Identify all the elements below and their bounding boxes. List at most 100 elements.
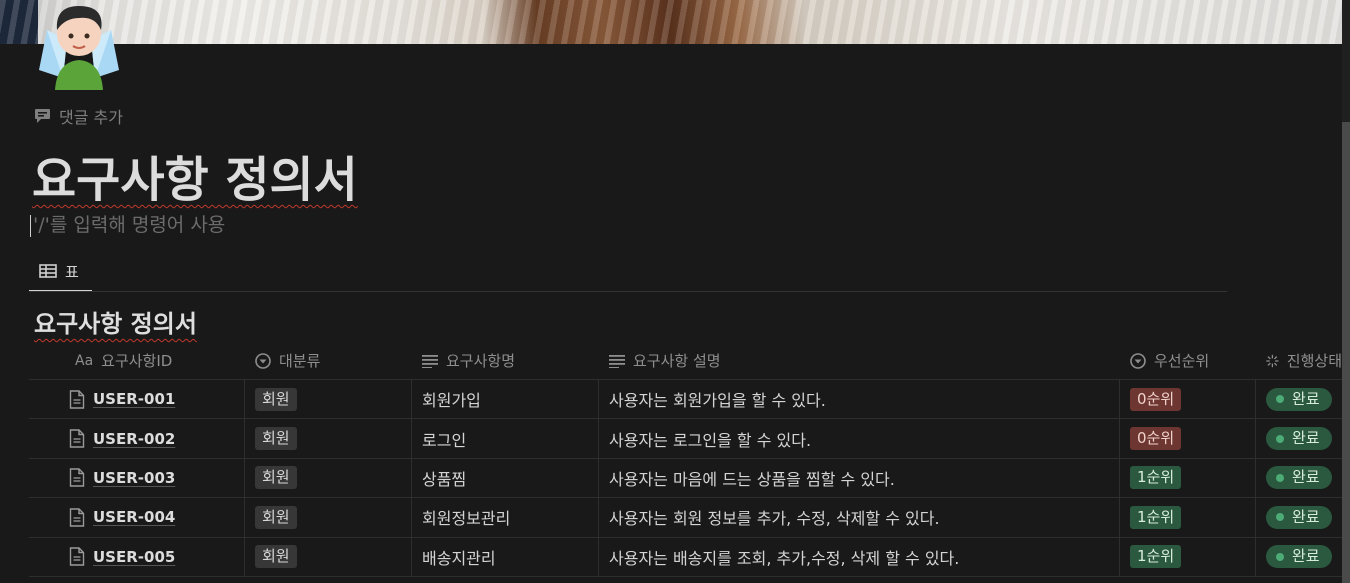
column-label: 진행상태 xyxy=(1286,352,1342,370)
category-tag: 회원 xyxy=(255,505,297,529)
cell-description[interactable]: 사용자는 로그인을 할 수 있다. xyxy=(599,419,1120,458)
table-row[interactable]: USER-002 회원 로그인 사용자는 로그인을 할 수 있다. 0순위 완료 xyxy=(29,419,1342,459)
page-icon xyxy=(69,429,85,448)
scrollbar-thumb[interactable] xyxy=(1342,122,1350,583)
page-icon xyxy=(69,468,85,488)
cell-name[interactable]: 상품찜 xyxy=(412,458,599,498)
cell-name[interactable]: 회원가입 xyxy=(412,380,599,419)
cell-id[interactable]: USER-003 xyxy=(29,458,245,498)
text-lines-icon xyxy=(422,354,438,368)
requirement-id[interactable]: USER-002 xyxy=(93,430,175,448)
database-title[interactable]: 요구사항 정의서 xyxy=(34,304,197,339)
cell-priority[interactable]: 1순위 xyxy=(1120,498,1256,537)
cell-category[interactable]: 회원 xyxy=(245,380,412,419)
requirement-name: 배송지관리 xyxy=(422,548,496,568)
cell-status[interactable]: 완료 xyxy=(1256,538,1342,576)
table-row[interactable]: USER-005 회원 배송지관리 사용자는 배송지를 조회, 추가,수정, 삭제 할… xyxy=(29,537,1342,577)
table-icon xyxy=(39,264,57,278)
status-badge: 완료 xyxy=(1266,387,1332,411)
cell-status[interactable]: 완료 xyxy=(1256,459,1342,497)
cell-id[interactable]: USER-004 xyxy=(29,498,245,537)
status-badge: 완료 xyxy=(1266,466,1332,490)
title-property-icon: Aa xyxy=(75,352,94,369)
requirement-description: 사용자는 회원 정보를 추가, 수정, 삭제할 수 있다. xyxy=(609,509,940,529)
column-label: 우선순위 xyxy=(1154,352,1210,370)
column-label: 요구사항명 xyxy=(446,352,516,370)
column-header-name[interactable]: 요구사항명 xyxy=(412,342,599,379)
add-comment-button[interactable]: 댓글 추가 xyxy=(34,104,123,128)
cell-category[interactable]: 회원 xyxy=(245,537,412,576)
table-row[interactable]: USER-004 회원 회원정보관리 사용자는 회원 정보를 추가, 수정, 삭제할 … xyxy=(29,498,1342,538)
cell-status[interactable]: 완료 xyxy=(1256,498,1342,536)
command-placeholder[interactable]: '/'를 입력해 명령어 사용 xyxy=(30,210,225,237)
requirement-id[interactable]: USER-001 xyxy=(93,390,175,408)
text-caret xyxy=(30,214,31,237)
column-header-id[interactable]: Aa 요구사항ID xyxy=(29,342,245,379)
page-icon xyxy=(69,547,85,566)
status-label: 완료 xyxy=(1292,389,1320,408)
category-tag: 회원 xyxy=(255,545,297,569)
requirement-id[interactable]: USER-005 xyxy=(93,548,175,566)
column-label: 요구사항 설명 xyxy=(633,352,721,370)
priority-tag: 1순위 xyxy=(1130,505,1182,529)
tab-table-view[interactable]: 표 xyxy=(29,252,92,292)
cell-priority[interactable]: 1순위 xyxy=(1120,458,1256,498)
select-icon xyxy=(255,352,271,369)
cell-description[interactable]: 사용자는 회원 정보를 추가, 수정, 삭제할 수 있다. xyxy=(599,498,1120,537)
category-tag: 회원 xyxy=(255,427,297,451)
page-title[interactable]: 요구사항 정의서 xyxy=(32,140,358,210)
table-row[interactable]: USER-003 회원 상품찜 사용자는 마음에 드는 상품을 찜할 수 있다. 1순위… xyxy=(29,458,1342,499)
status-dot-icon xyxy=(1276,434,1284,443)
cell-status[interactable]: 완료 xyxy=(1256,419,1342,457)
cell-category[interactable]: 회원 xyxy=(245,458,412,498)
cell-priority[interactable]: 0순위 xyxy=(1120,380,1256,419)
requirement-name: 회원정보관리 xyxy=(422,509,511,529)
page-icon xyxy=(69,389,85,409)
cell-name[interactable]: 배송지관리 xyxy=(412,537,599,576)
status-dot-icon xyxy=(1276,513,1284,522)
cell-priority[interactable]: 1순위 xyxy=(1120,537,1256,576)
cell-description[interactable]: 사용자는 마음에 드는 상품을 찜할 수 있다. xyxy=(599,458,1120,498)
cell-description[interactable]: 사용자는 배송지를 조회, 추가,수정, 삭제 할 수 있다. xyxy=(599,537,1120,576)
requirement-name: 로그인 xyxy=(422,430,467,450)
cell-name[interactable]: 회원정보관리 xyxy=(412,498,599,537)
page-icon xyxy=(69,508,85,527)
cell-category[interactable]: 회원 xyxy=(245,498,412,537)
cell-status[interactable]: 완료 xyxy=(1256,380,1342,418)
column-header-description[interactable]: 요구사항 설명 xyxy=(599,342,1120,379)
cell-id[interactable]: USER-001 xyxy=(29,380,245,419)
requirement-description: 사용자는 회원가입을 할 수 있다. xyxy=(609,391,826,411)
tab-label: 표 xyxy=(65,262,79,281)
priority-tag: 0순위 xyxy=(1130,427,1182,451)
requirement-id[interactable]: USER-003 xyxy=(93,469,175,487)
requirement-id[interactable]: USER-004 xyxy=(93,508,175,526)
status-badge: 완료 xyxy=(1266,427,1332,451)
table-header-row: Aa 요구사항ID 대분류 요구사항명 요구사항 설명 우선순위 진행상태 xyxy=(29,342,1342,380)
requirement-description: 사용자는 로그인을 할 수 있다. xyxy=(609,430,812,450)
text-lines-icon xyxy=(609,354,625,368)
column-label: 요구사항ID xyxy=(101,352,173,370)
status-label: 완료 xyxy=(1292,507,1320,526)
add-comment-label: 댓글 추가 xyxy=(59,108,123,127)
requirement-name: 상품찜 xyxy=(422,469,467,489)
cell-id[interactable]: USER-002 xyxy=(29,419,245,458)
tab-divider xyxy=(29,291,1227,292)
cell-category[interactable]: 회원 xyxy=(245,419,412,458)
cover-image[interactable] xyxy=(0,0,1342,44)
requirement-description: 사용자는 마음에 드는 상품을 찜할 수 있다. xyxy=(609,469,895,489)
cell-name[interactable]: 로그인 xyxy=(412,419,599,458)
status-label: 완료 xyxy=(1292,468,1320,487)
cell-priority[interactable]: 0순위 xyxy=(1120,419,1256,458)
column-header-priority[interactable]: 우선순위 xyxy=(1120,342,1256,379)
table-row[interactable]: USER-001 회원 회원가입 사용자는 회원가입을 할 수 있다. 0순위 완료 xyxy=(29,380,1342,420)
comment-icon xyxy=(35,109,50,123)
column-header-status[interactable]: 진행상태 xyxy=(1256,342,1342,379)
cell-description[interactable]: 사용자는 회원가입을 할 수 있다. xyxy=(599,380,1120,419)
column-header-category[interactable]: 대분류 xyxy=(245,342,412,379)
priority-tag: 0순위 xyxy=(1130,387,1182,411)
category-tag: 회원 xyxy=(255,387,297,411)
priority-tag: 1순위 xyxy=(1130,466,1182,490)
category-tag: 회원 xyxy=(255,466,297,490)
fairy-emoji-icon[interactable] xyxy=(33,0,125,90)
cell-id[interactable]: USER-005 xyxy=(29,537,245,576)
